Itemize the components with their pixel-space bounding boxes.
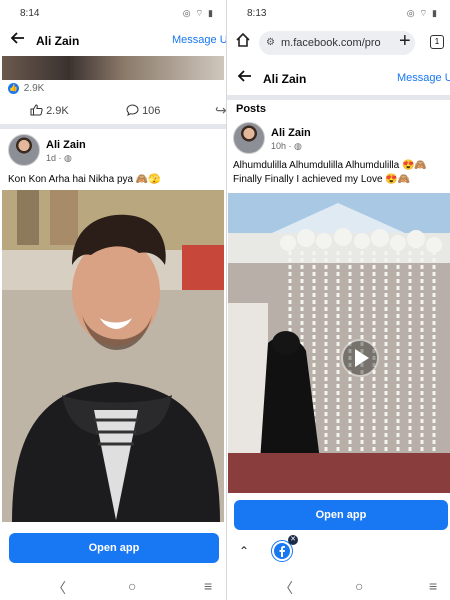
nav-back-icon[interactable]: 〈 bbox=[279, 578, 293, 598]
reaction-count: 2.9K bbox=[23, 83, 45, 95]
post-time: 10h bbox=[271, 141, 287, 151]
video-thumbnail bbox=[228, 193, 450, 493]
comment-count: 106 bbox=[142, 105, 161, 117]
post-actions: 2.9K 106 ↪ bbox=[0, 98, 226, 124]
post-photo[interactable] bbox=[2, 190, 224, 522]
left-screenshot: 8:14 ◎ ⌔ ▮ Ali Zain Message U 👍 2.9K 2.9… bbox=[0, 0, 226, 600]
status-bar: 8:14 ◎ ⌔ ▮ bbox=[0, 0, 226, 26]
nav-home-icon[interactable]: ○ bbox=[128, 578, 136, 594]
profile-header: Ali Zain Message U bbox=[0, 26, 226, 56]
tabs-icon[interactable]: 1 bbox=[430, 35, 444, 49]
globe-icon: ◍ bbox=[294, 141, 302, 151]
post-caption: Kon Kon Arha hai Nikha pya 🙈🫣 bbox=[8, 174, 161, 185]
chevron-up-icon[interactable]: ⌃ bbox=[239, 544, 249, 558]
post-time: 1d bbox=[46, 153, 57, 163]
caption-line-2: Finally Finally I achieved my Love 😍🙈 bbox=[233, 174, 411, 185]
avatar[interactable] bbox=[8, 134, 40, 166]
back-arrow-icon[interactable] bbox=[237, 68, 253, 89]
url-text: m.facebook.com/pro bbox=[281, 37, 381, 49]
like-button[interactable]: 2.9K bbox=[30, 104, 69, 117]
open-app-button[interactable]: Open app bbox=[234, 500, 448, 530]
like-icon: 👍 bbox=[8, 83, 19, 94]
back-arrow-icon[interactable] bbox=[10, 30, 26, 51]
post-author[interactable]: Ali Zain bbox=[271, 127, 311, 139]
caption-line-1: Alhumdulilla Alhumdulilla Alhumdulilla 😍… bbox=[233, 160, 427, 171]
status-icons: ◎ ⌔ ▮ bbox=[182, 8, 214, 18]
previous-post-image bbox=[2, 56, 224, 80]
like-count: 2.9K bbox=[46, 105, 69, 117]
post-author[interactable]: Ali Zain bbox=[46, 139, 86, 151]
system-navigation-bar: 〈 ○ ≡ bbox=[0, 572, 226, 600]
url-bar[interactable]: ⚙ m.facebook.com/pro bbox=[259, 31, 415, 55]
comment-button[interactable]: 106 bbox=[126, 104, 160, 117]
like-icon bbox=[30, 104, 43, 116]
right-screenshot: 8:13 ◎ ⌔ ▮ ⚙ m.facebook.com/pro + 1 Ali … bbox=[226, 0, 450, 600]
divider bbox=[0, 124, 226, 129]
section-title: Posts bbox=[236, 103, 266, 115]
system-navigation-bar: 〈 ○ ≡ bbox=[227, 572, 450, 600]
nav-home-icon[interactable]: ○ bbox=[355, 578, 363, 594]
profile-name: Ali Zain bbox=[36, 34, 80, 48]
message-button[interactable]: Message U bbox=[397, 72, 450, 84]
post-caption: Alhumdulilla Alhumdulilla Alhumdulilla 😍… bbox=[233, 159, 449, 187]
profile-header: Ali Zain Message U bbox=[227, 64, 450, 94]
status-time: 8:13 bbox=[247, 8, 267, 19]
site-settings-icon[interactable]: ⚙ bbox=[266, 31, 275, 55]
close-icon[interactable]: ✕ bbox=[288, 535, 298, 545]
home-icon[interactable] bbox=[235, 32, 251, 53]
browser-bottom-bar: ⌃ ✕ bbox=[227, 535, 450, 568]
facebook-tab[interactable]: ✕ bbox=[271, 535, 298, 562]
message-button[interactable]: Message U bbox=[172, 34, 226, 46]
nav-recents-icon[interactable]: ≡ bbox=[429, 578, 437, 594]
post-meta: 1d · ◍ bbox=[46, 153, 72, 163]
nav-recents-icon[interactable]: ≡ bbox=[204, 578, 212, 594]
plus-icon[interactable]: + bbox=[399, 30, 411, 53]
browser-toolbar: ⚙ m.facebook.com/pro + 1 bbox=[227, 26, 450, 60]
divider bbox=[227, 95, 450, 100]
post-meta: 10h · ◍ bbox=[271, 141, 302, 151]
post-video[interactable] bbox=[228, 193, 450, 493]
avatar[interactable] bbox=[233, 122, 265, 154]
open-app-button[interactable]: Open app bbox=[9, 533, 219, 563]
nav-back-icon[interactable]: 〈 bbox=[52, 578, 66, 598]
comment-icon bbox=[126, 104, 139, 116]
globe-icon: ◍ bbox=[64, 153, 72, 163]
status-bar: 8:13 ◎ ⌔ ▮ bbox=[227, 0, 450, 26]
share-icon[interactable]: ↪ bbox=[215, 102, 226, 119]
status-time: 8:14 bbox=[20, 8, 40, 19]
portrait-image bbox=[2, 190, 224, 522]
profile-name: Ali Zain bbox=[263, 72, 307, 86]
reaction-summary: 👍 2.9K bbox=[8, 83, 44, 94]
status-icons: ◎ ⌔ ▮ bbox=[406, 8, 438, 18]
